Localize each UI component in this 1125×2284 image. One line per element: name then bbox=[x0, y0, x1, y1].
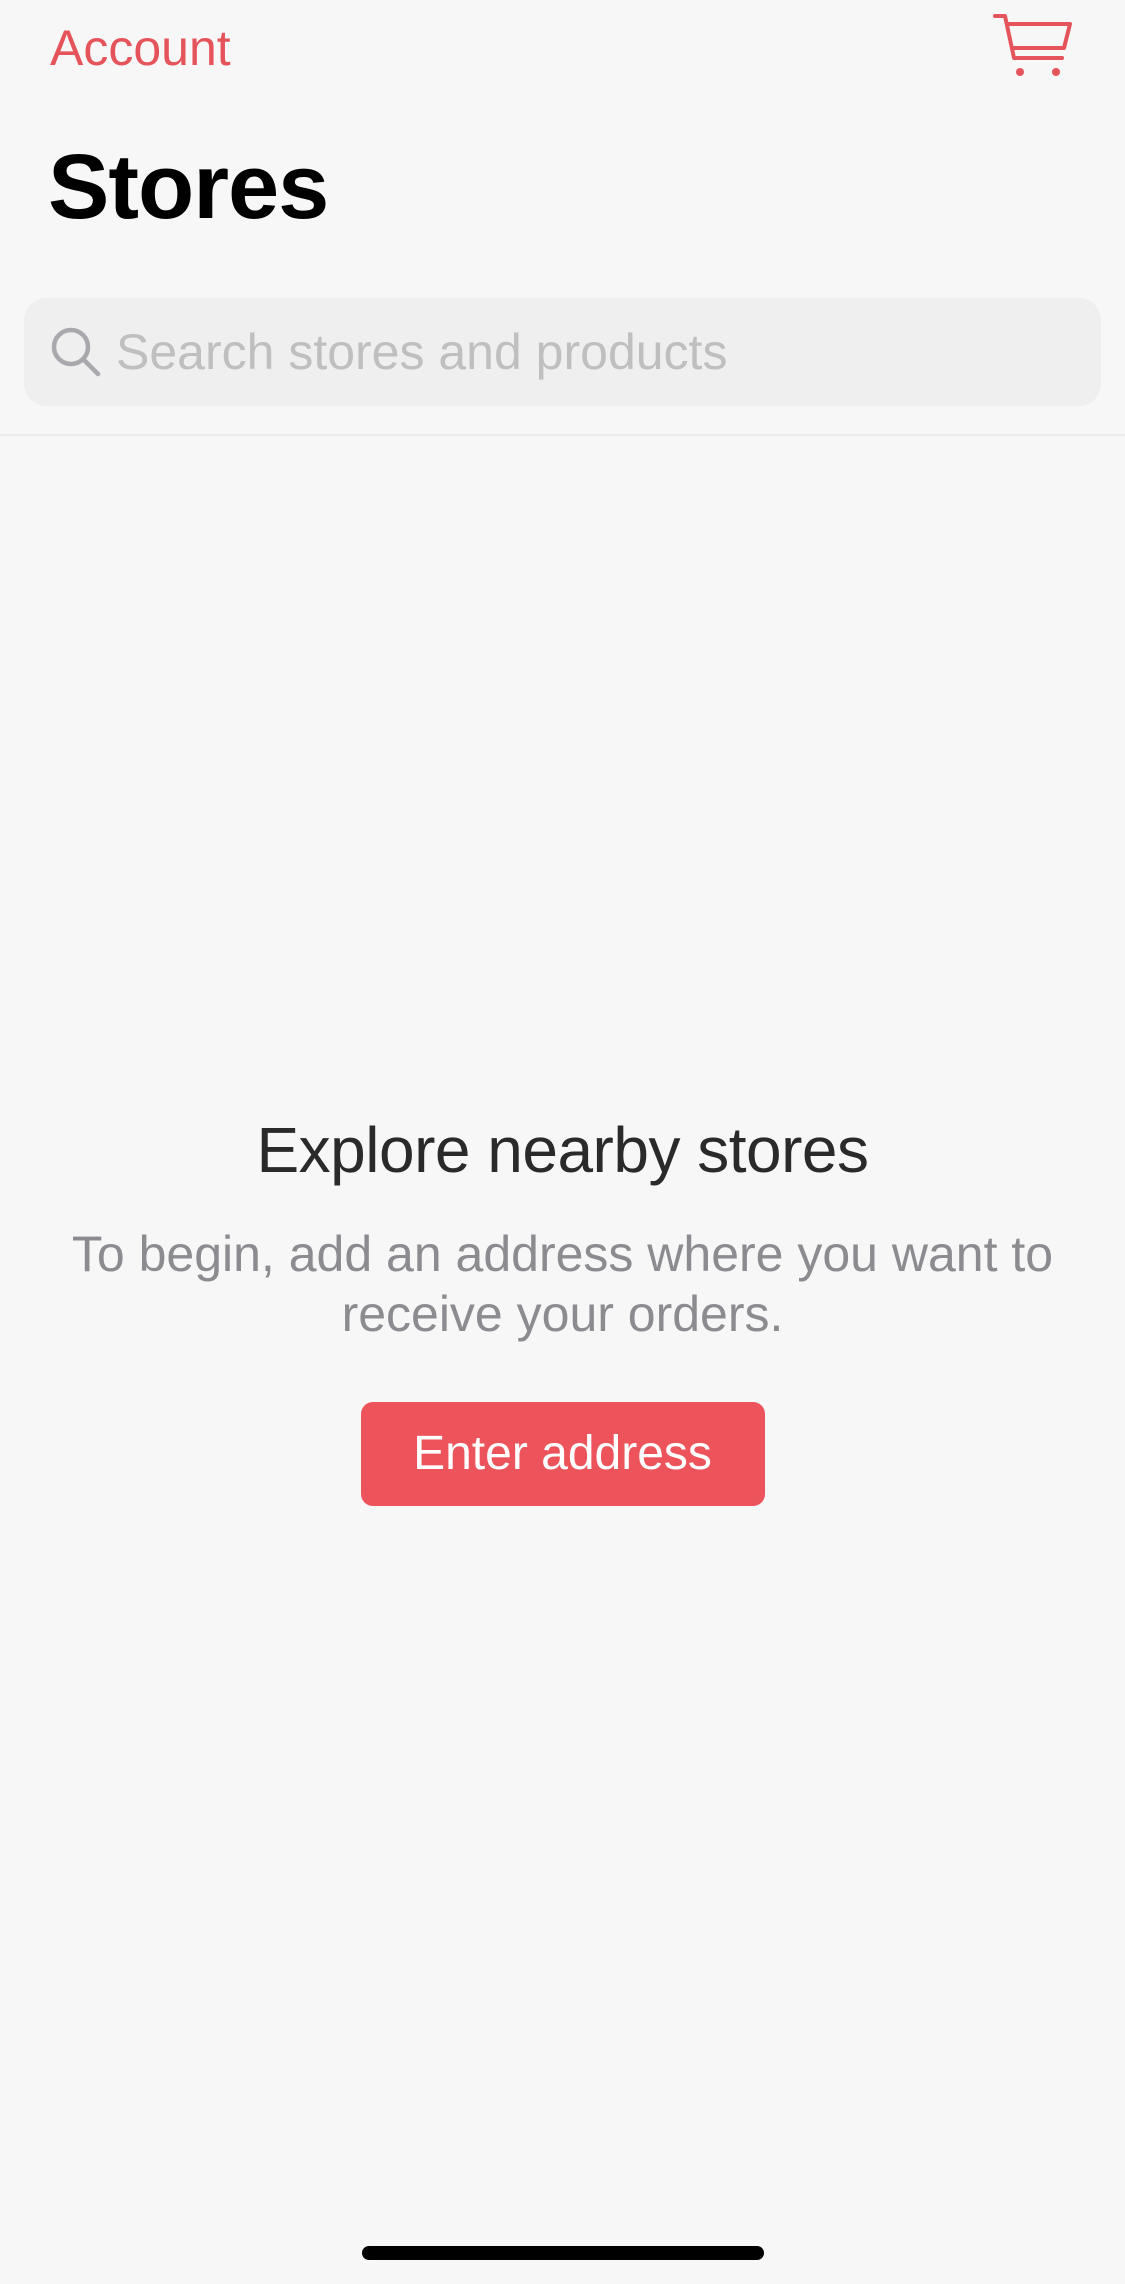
search-input[interactable] bbox=[116, 302, 1101, 402]
cart-icon bbox=[993, 14, 1072, 76]
search-icon bbox=[48, 324, 104, 380]
page-title: Stores bbox=[48, 136, 329, 238]
cart-button[interactable] bbox=[992, 10, 1074, 82]
top-navigation-bar: Account bbox=[0, 0, 1125, 100]
empty-state-title: Explore nearby stores bbox=[256, 1114, 869, 1186]
account-link[interactable]: Account bbox=[50, 18, 231, 78]
enter-address-button[interactable]: Enter address bbox=[360, 1402, 765, 1506]
stores-screen: Account Stores Explore nearby stores To … bbox=[0, 0, 1125, 2284]
header-divider bbox=[0, 434, 1125, 436]
home-indicator[interactable] bbox=[362, 2246, 764, 2260]
empty-state-description: To begin, add an address where you want … bbox=[71, 1226, 1054, 1342]
empty-state: Explore nearby stores To begin, add an a… bbox=[0, 1110, 1125, 1506]
search-bar[interactable] bbox=[24, 298, 1101, 406]
